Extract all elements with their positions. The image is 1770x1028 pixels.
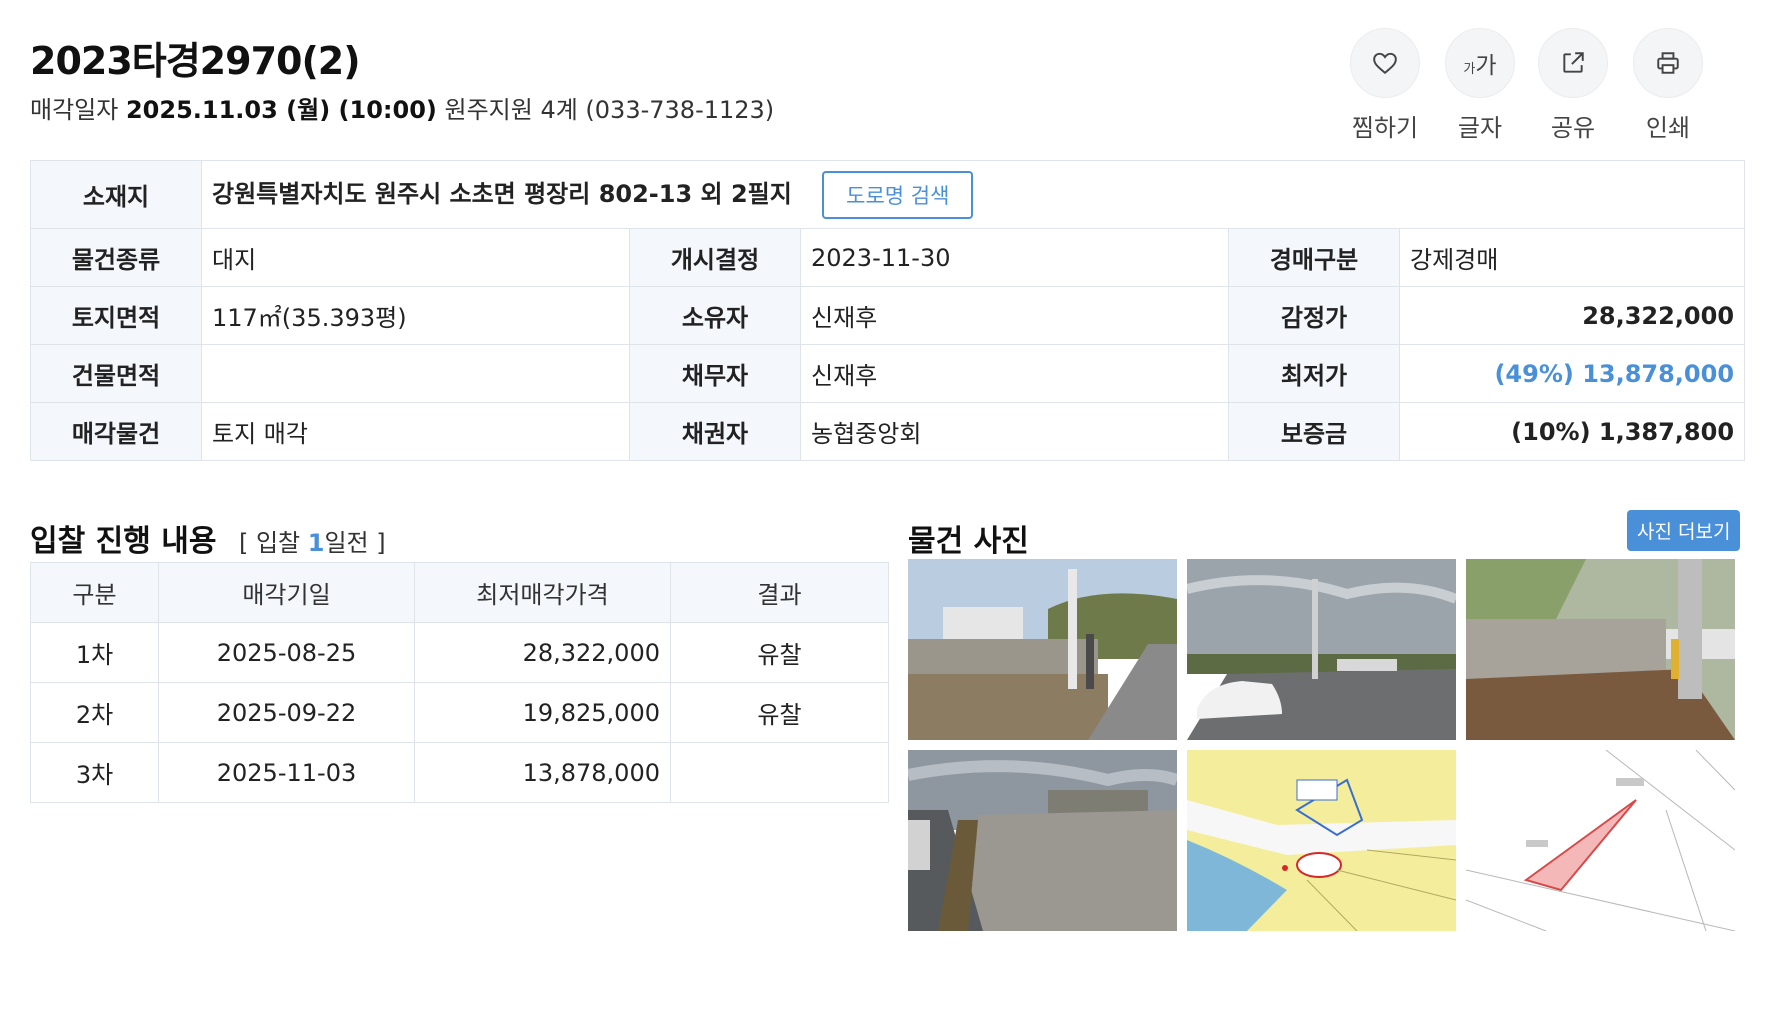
bid-price: 13,878,000 bbox=[414, 742, 671, 803]
bid-round: 1차 bbox=[30, 622, 159, 683]
location-label: 소재지 bbox=[30, 160, 202, 229]
label-building-area: 건물면적 bbox=[30, 344, 202, 403]
bid-round: 3차 bbox=[30, 742, 159, 803]
value-owner: 신재후 bbox=[800, 286, 1229, 345]
info-row: 토지면적 117㎡(35.393평) 소유자 신재후 감정가 28,322,00… bbox=[30, 286, 1746, 345]
favorite-label: 찜하기 bbox=[1351, 114, 1419, 142]
font-size-icon-small: 가 bbox=[1463, 62, 1476, 77]
label-auction-type: 경매구분 bbox=[1228, 228, 1400, 287]
sale-date-label: 매각일자 bbox=[30, 96, 119, 124]
bid-title-text: 입찰 진행 내용 bbox=[30, 524, 217, 559]
bid-result: 유찰 bbox=[670, 682, 889, 743]
print-icon bbox=[1657, 52, 1679, 74]
share-label: 공유 bbox=[1550, 114, 1596, 142]
font-size-label: 글자 bbox=[1457, 114, 1503, 142]
bid-days-suffix: 일전 ] bbox=[324, 529, 386, 557]
bid-days-prefix: [ 입찰 bbox=[238, 529, 301, 557]
bid-col-round: 구분 bbox=[30, 562, 159, 623]
property-photo-1[interactable] bbox=[908, 559, 1177, 740]
share-button[interactable]: 공유 bbox=[1523, 28, 1623, 143]
road-search-button[interactable]: 도로명 검색 bbox=[822, 170, 974, 219]
property-photo-3[interactable] bbox=[1466, 559, 1735, 740]
table-row: 1차 2025-08-25 28,322,000 유찰 bbox=[30, 622, 889, 683]
photo-cadastral-map bbox=[1187, 750, 1456, 931]
case-number-title: 2023타경2970(2) bbox=[30, 39, 361, 83]
bid-round: 2차 bbox=[30, 682, 159, 743]
label-property-type: 물건종류 bbox=[30, 228, 202, 287]
property-photo-2[interactable] bbox=[1187, 559, 1456, 740]
value-sale-item: 토지 매각 bbox=[201, 402, 630, 461]
sale-date: 2025.11.03 (월) (10:00) bbox=[125, 96, 437, 124]
photo-parcel-outline bbox=[1466, 750, 1735, 931]
bid-col-price: 최저매각가격 bbox=[414, 562, 671, 623]
label-sale-item: 매각물건 bbox=[30, 402, 202, 461]
property-photo-6-parcel[interactable] bbox=[1466, 750, 1735, 931]
value-auction-type: 강제경매 bbox=[1398, 228, 1746, 287]
bid-date: 2025-08-25 bbox=[158, 622, 415, 683]
bid-col-date: 매각기일 bbox=[158, 562, 415, 623]
label-appraisal: 감정가 bbox=[1228, 286, 1400, 345]
info-row: 매각물건 토지 매각 채권자 농협중앙회 보증금 (10%) 1,387,800 bbox=[30, 402, 1746, 461]
value-debtor: 신재후 bbox=[800, 344, 1229, 403]
bid-section-title: 입찰 진행 내용 [ 입찰 1일전 ] bbox=[30, 516, 386, 560]
font-size-button[interactable]: 가가 글자 bbox=[1430, 28, 1530, 143]
bid-price: 28,322,000 bbox=[414, 622, 671, 683]
table-row: 2차 2025-09-22 19,825,000 유찰 bbox=[30, 682, 889, 743]
info-row: 물건종류 대지 개시결정 2023-11-30 경매구분 강제경매 bbox=[30, 228, 1746, 287]
property-photo-5-map[interactable] bbox=[1187, 750, 1456, 931]
sale-info-line: 매각일자 2025.11.03 (월) (10:00) 원주지원 4계 (033… bbox=[30, 90, 774, 125]
info-row: 건물면적 채무자 신재후 최저가 (49%) 13,878,000 bbox=[30, 344, 1746, 403]
print-button[interactable]: 인쇄 bbox=[1618, 28, 1718, 143]
location-cell: 강원특별자치도 원주시 소초면 평장리 802-13 외 2필지 도로명 검색 bbox=[200, 160, 1746, 229]
value-minimum-price: (49%) 13,878,000 bbox=[1398, 344, 1746, 403]
bid-col-result: 결과 bbox=[670, 562, 889, 623]
bid-header-row: 구분 매각기일 최저매각가격 결과 bbox=[30, 562, 889, 623]
bid-price: 19,825,000 bbox=[414, 682, 671, 743]
location-address: 강원특별자치도 원주시 소초면 평장리 802-13 외 2필지 bbox=[212, 179, 792, 208]
label-deposit: 보증금 bbox=[1228, 402, 1400, 461]
value-deposit: (10%) 1,387,800 bbox=[1398, 402, 1746, 461]
value-property-type: 대지 bbox=[201, 228, 630, 287]
heart-icon bbox=[1373, 52, 1397, 75]
label-creditor: 채권자 bbox=[629, 402, 801, 461]
court-info: 원주지원 4계 (033-738-1123) bbox=[444, 96, 775, 124]
property-info-table: 소재지 강원특별자치도 원주시 소초면 평장리 802-13 외 2필지 도로명… bbox=[30, 160, 1746, 461]
photo-street-car bbox=[1187, 559, 1456, 740]
photo-wall-dirt bbox=[1466, 559, 1735, 740]
table-row: 3차 2025-11-03 13,878,000 bbox=[30, 742, 889, 803]
bid-days-count: 1 bbox=[307, 529, 325, 557]
bid-date: 2025-09-22 bbox=[158, 682, 415, 743]
label-land-area: 토지면적 bbox=[30, 286, 202, 345]
font-size-icon-large: 가 bbox=[1475, 53, 1497, 79]
photo-section-title: 물건 사진 bbox=[908, 524, 1029, 559]
value-creditor: 농협중앙회 bbox=[800, 402, 1229, 461]
share-icon bbox=[1563, 52, 1584, 73]
more-photos-button[interactable]: 사진 더보기 bbox=[1627, 510, 1741, 551]
property-photo-4[interactable] bbox=[908, 750, 1177, 931]
location-row: 소재지 강원특별자치도 원주시 소초면 평장리 802-13 외 2필지 도로명… bbox=[30, 160, 1746, 229]
label-owner: 소유자 bbox=[629, 286, 801, 345]
label-debtor: 채무자 bbox=[629, 344, 801, 403]
label-start-decision: 개시결정 bbox=[629, 228, 801, 287]
value-building-area bbox=[201, 344, 630, 403]
font-size-icon: 가가 bbox=[1463, 46, 1496, 80]
photo-street-wall bbox=[908, 559, 1177, 740]
label-minimum-price: 최저가 bbox=[1228, 344, 1400, 403]
value-land-area: 117㎡(35.393평) bbox=[201, 286, 630, 345]
bid-history-table: 구분 매각기일 최저매각가격 결과 1차 2025-08-25 28,322,0… bbox=[30, 562, 889, 803]
bid-result bbox=[670, 742, 889, 803]
value-start-decision: 2023-11-30 bbox=[800, 228, 1229, 287]
value-appraisal: 28,322,000 bbox=[1398, 286, 1746, 345]
photo-long-wall bbox=[908, 750, 1177, 931]
bid-result: 유찰 bbox=[670, 622, 889, 683]
favorite-button[interactable]: 찜하기 bbox=[1335, 28, 1435, 143]
print-label: 인쇄 bbox=[1645, 114, 1691, 142]
bid-date: 2025-11-03 bbox=[158, 742, 415, 803]
bid-days-indicator: [ 입찰 1일전 ] bbox=[239, 529, 386, 557]
